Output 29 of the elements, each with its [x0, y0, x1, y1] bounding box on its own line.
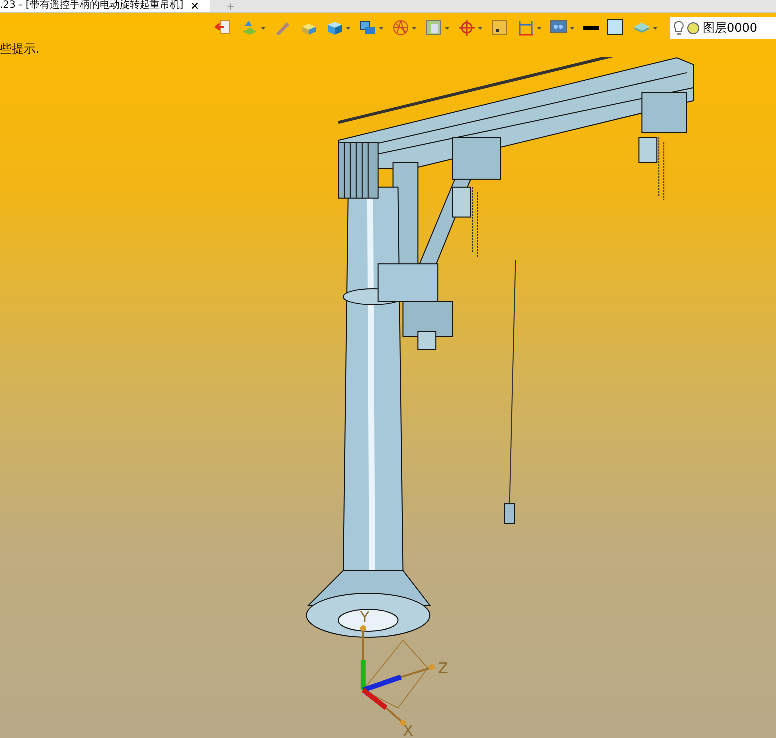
target-icon	[458, 19, 476, 37]
caret-icon	[445, 26, 450, 30]
exit-icon	[215, 19, 233, 37]
axis-label: Y	[360, 608, 370, 626]
axis-label: Z	[438, 659, 448, 678]
fill-swatch-icon	[607, 19, 625, 37]
wireframe-sphere-icon	[392, 19, 410, 37]
caret-icon	[570, 26, 575, 30]
line-swatch-icon	[583, 26, 599, 30]
axis-label: X	[403, 722, 414, 738]
close-icon	[190, 1, 200, 11]
frame-icon	[425, 19, 443, 37]
caret-icon	[653, 26, 658, 30]
layers-icon	[241, 19, 259, 37]
plus-icon	[226, 2, 236, 12]
dimension-icon	[517, 19, 535, 37]
caret-icon	[261, 26, 266, 30]
circle-icon	[687, 22, 700, 34]
cube-icon	[326, 19, 344, 37]
close-button[interactable]	[190, 1, 200, 11]
caret-icon	[478, 26, 483, 30]
hint-text: 些提示.	[0, 41, 40, 57]
caret-icon	[412, 26, 417, 30]
small-frame-icon	[491, 19, 509, 37]
caret-icon	[537, 26, 542, 30]
caret-icon	[346, 26, 351, 30]
light-bulb-icon	[674, 20, 684, 36]
layer-dropdown[interactable]: 图层0000	[670, 17, 776, 39]
caret-icon	[379, 26, 384, 30]
